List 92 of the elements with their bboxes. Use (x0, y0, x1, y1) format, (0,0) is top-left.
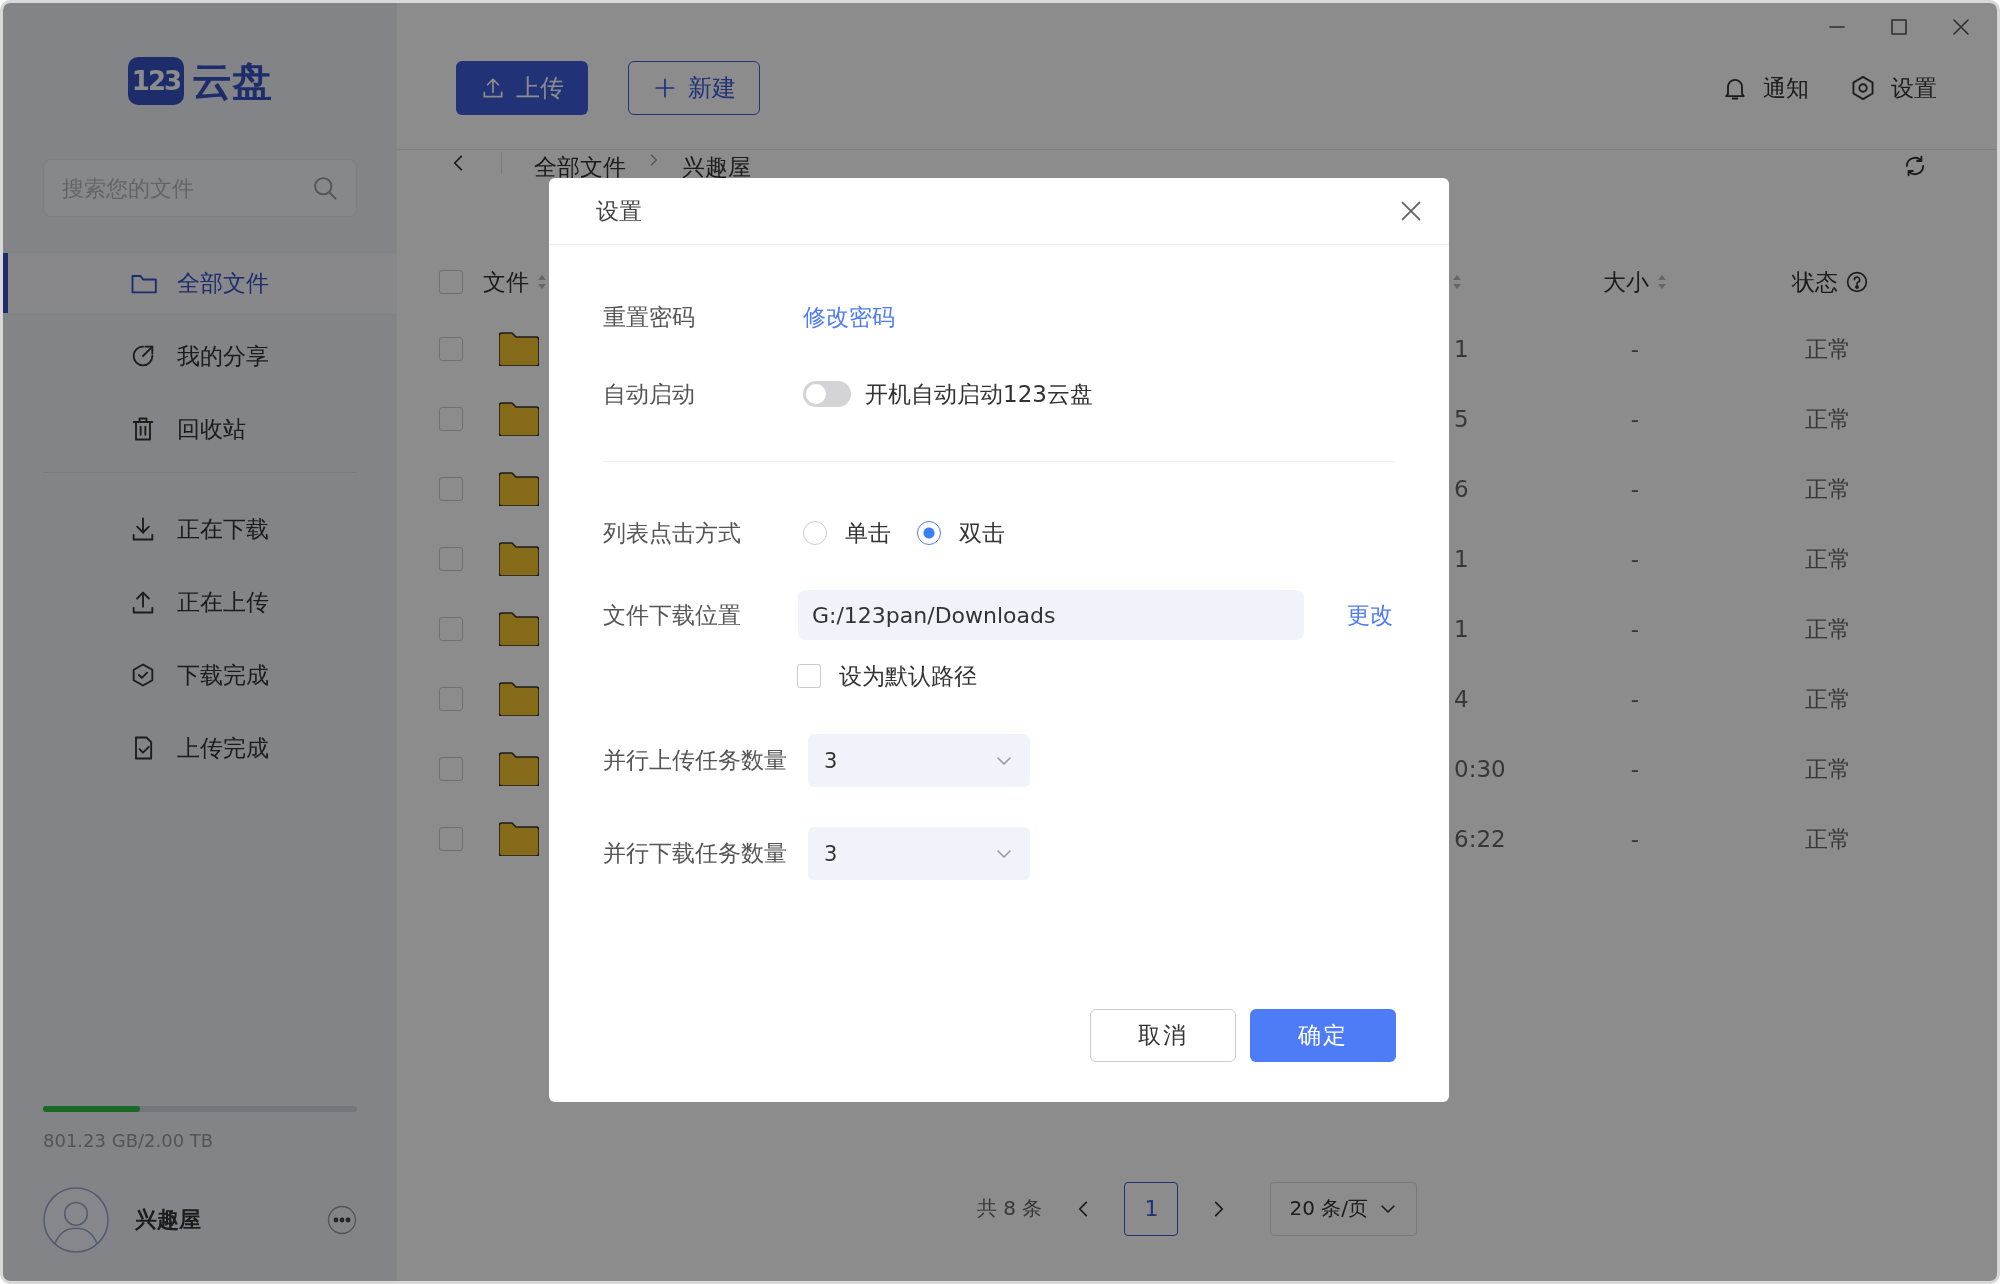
checkbox[interactable] (439, 617, 463, 641)
table-cell: 5 (1454, 406, 1469, 432)
table-cell-text: 正常 (1805, 824, 1851, 854)
folder-icon (499, 822, 539, 856)
nav-item[interactable]: 上传完成 (3, 718, 397, 778)
folder-icon (499, 472, 539, 506)
checkbox[interactable] (439, 270, 463, 294)
table-cell: - (1630, 756, 1640, 782)
radio-button[interactable] (917, 521, 941, 545)
new-button[interactable]: 新建 (628, 61, 760, 115)
table-cell: - (1630, 616, 1640, 642)
total-count: 共 8 条 (977, 1195, 1043, 1222)
avatar-icon (43, 1187, 109, 1253)
folder-icon (499, 752, 539, 786)
folder-icon (499, 402, 539, 436)
setting-label: 重置密码 (603, 302, 696, 332)
nav-item[interactable]: 正在下载 (3, 499, 397, 559)
checkbox[interactable] (439, 407, 463, 431)
page-button[interactable]: 1 (1124, 1181, 1179, 1236)
table-cell: - (1630, 476, 1640, 502)
download-path-field[interactable]: G:/123pan/Downloads (798, 590, 1304, 640)
table-cell: 6 (1454, 476, 1469, 502)
nav-item[interactable]: 回收站 (3, 399, 397, 459)
setting-label: 并行上传任务数量 (603, 746, 788, 775)
notification-button[interactable]: 通知 (1721, 72, 1809, 104)
logo-text: 云盘 (192, 56, 273, 106)
setting-label: 并行下载任务数量 (603, 839, 788, 868)
table-cell: 0:30 (1454, 756, 1506, 782)
sort-icon[interactable] (1657, 274, 1667, 290)
folder-icon (499, 682, 539, 716)
page-size-select[interactable]: 20 条/页 (1270, 1181, 1417, 1236)
table-cell: 4 (1454, 686, 1469, 712)
upload-button[interactable]: 上传 (456, 61, 588, 115)
toggle-label: 开机自动启动123云盘 (865, 379, 1093, 409)
sort-icon[interactable] (537, 274, 547, 290)
change-link[interactable]: 更改 (1347, 599, 1393, 631)
nav-item[interactable]: 全部文件 (3, 253, 397, 313)
column-header[interactable]: 文件 (483, 266, 529, 298)
table-cell-text: 正常 (1805, 614, 1851, 644)
folder-icon (499, 332, 539, 366)
table-cell-text: 正常 (1805, 754, 1851, 784)
table-cell: - (1630, 406, 1640, 432)
user-name: 兴趣屋 (135, 1206, 202, 1234)
setting-label: 列表点击方式 (603, 518, 742, 548)
folder-icon (499, 542, 539, 576)
radio-label[interactable]: 双击 (959, 517, 1005, 549)
settings-button[interactable]: 设置 (1849, 72, 1937, 104)
table-cell: - (1630, 686, 1640, 712)
checkbox[interactable] (439, 547, 463, 571)
nav-item[interactable]: 正在上传 (3, 572, 397, 632)
cancel-button[interactable]: 取消 (1090, 1009, 1236, 1062)
logo-badge: 123 (127, 57, 185, 105)
confirm-button[interactable]: 确定 (1250, 1009, 1396, 1062)
help-icon[interactable] (1846, 271, 1868, 293)
change-password-link[interactable]: 修改密码 (803, 301, 895, 333)
checkbox[interactable] (439, 687, 463, 711)
table-cell: 1 (1454, 616, 1469, 642)
setting-label: 自动启动 (603, 379, 696, 409)
checkbox[interactable] (439, 827, 463, 851)
table-cell: - (1630, 826, 1640, 852)
checkbox[interactable] (439, 477, 463, 501)
select-field[interactable]: 3 (808, 734, 1030, 787)
nav-item[interactable]: 下载完成 (3, 645, 397, 705)
checkbox[interactable] (797, 664, 821, 688)
more-icon[interactable] (327, 1205, 357, 1235)
table-cell-text: 正常 (1805, 474, 1851, 504)
sort-icon[interactable] (1452, 274, 1462, 290)
table-cell-text: 正常 (1805, 684, 1851, 714)
toggle-switch[interactable] (803, 381, 851, 407)
checkbox[interactable] (439, 757, 463, 781)
table-cell-text: 正常 (1805, 404, 1851, 434)
column-header[interactable]: 状态 (1792, 266, 1838, 298)
maximize-icon[interactable] (1889, 17, 1909, 37)
close-icon[interactable] (1951, 17, 1971, 37)
select-field[interactable]: 3 (808, 827, 1030, 880)
nav-item[interactable]: 我的分享 (3, 326, 397, 386)
table-cell: - (1630, 546, 1640, 572)
column-header[interactable]: 大小 (1603, 266, 1649, 298)
checkbox-label[interactable]: 设为默认路径 (839, 660, 977, 692)
table-cell: 6:22 (1454, 826, 1506, 852)
radio-label[interactable]: 单击 (845, 517, 891, 549)
table-cell: 1 (1454, 546, 1469, 572)
close-icon[interactable] (1399, 199, 1423, 223)
checkbox[interactable] (439, 337, 463, 361)
table-cell-text: 正常 (1805, 544, 1851, 574)
table-cell: 1 (1454, 336, 1469, 362)
folder-icon (499, 612, 539, 646)
table-cell-text: 正常 (1805, 334, 1851, 364)
search-icon[interactable] (311, 174, 339, 202)
dialog-title: 设置 (596, 196, 643, 226)
table-cell: - (1630, 336, 1640, 362)
setting-label: 文件下载位置 (603, 600, 742, 630)
